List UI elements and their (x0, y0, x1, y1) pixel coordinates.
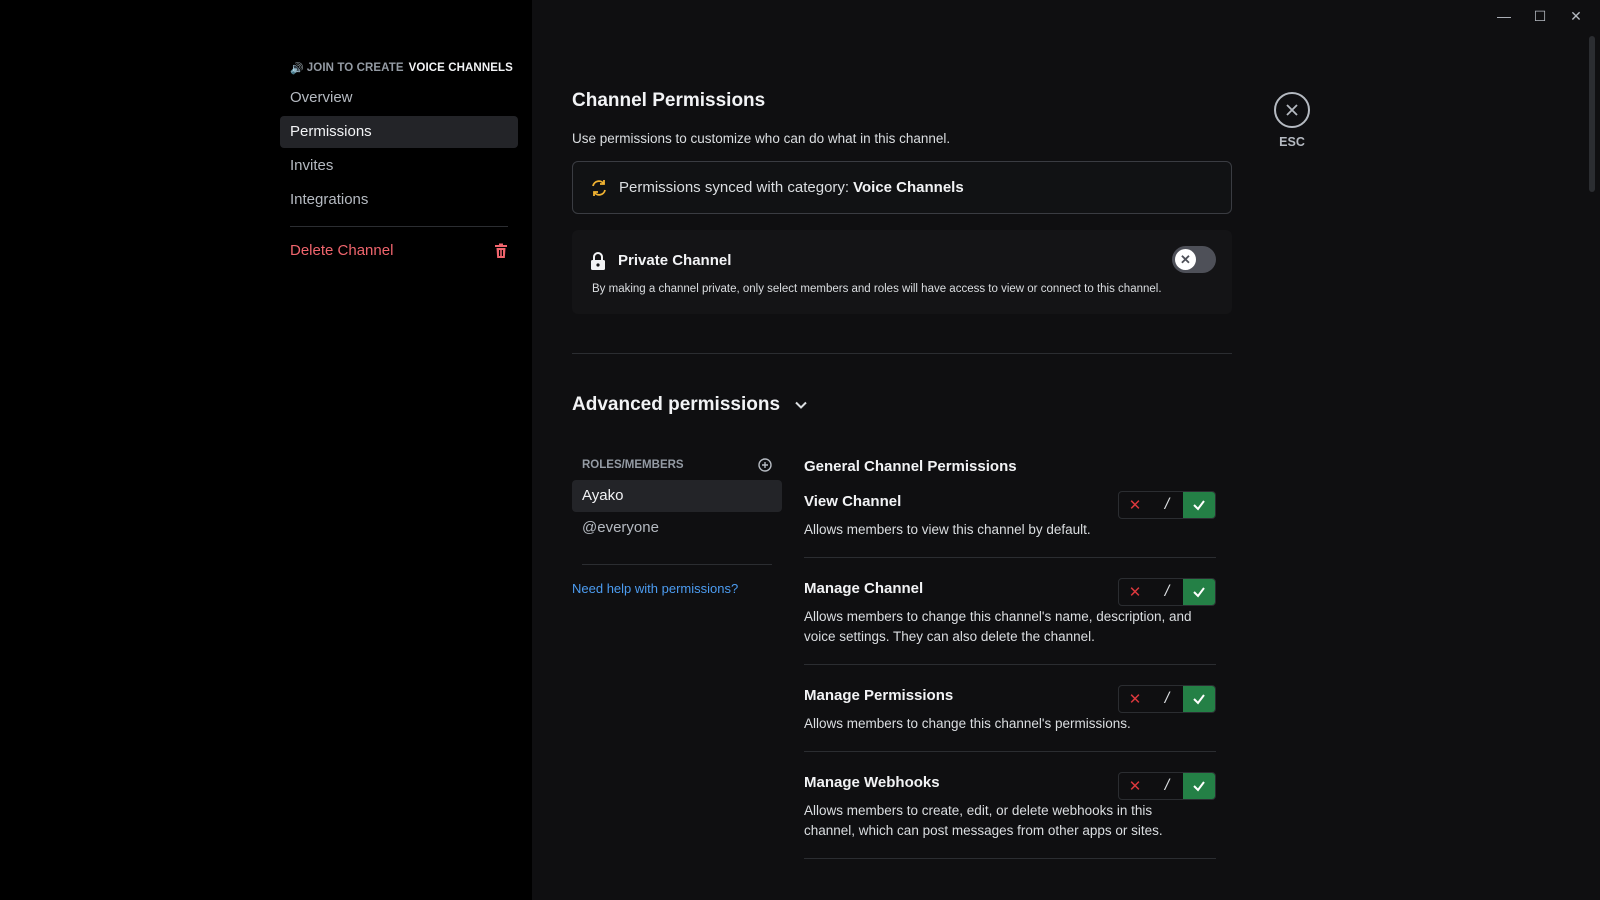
allow-check-icon[interactable] (1183, 773, 1215, 799)
close-settings-button[interactable] (1274, 92, 1310, 128)
permission-description: Allows members to view this channel by d… (804, 522, 1091, 537)
private-channel-description: By making a channel private, only select… (592, 283, 1162, 295)
permission-tristate: ✕ / (1118, 491, 1216, 519)
speaker-icon: 🔊 (290, 62, 304, 75)
allow-check-icon[interactable] (1183, 686, 1215, 712)
permission-row: Manage Channel Allows members to change … (804, 578, 1216, 665)
neutral-button[interactable]: / (1151, 773, 1183, 799)
permissions-section-title: General Channel Permissions (804, 458, 1017, 475)
private-channel-toggle[interactable]: ✕ (1172, 246, 1216, 273)
permission-row: Manage Permissions Allows members to cha… (804, 685, 1216, 752)
sidebar-item-invites[interactable]: Invites (280, 150, 518, 182)
close-window-icon[interactable]: ✕ (1566, 6, 1586, 26)
roles-header-label: ROLES/MEMBERS (582, 459, 684, 471)
settings-sidebar: 🔊 JOIN TO CREATE VOICE CHANNELS Overview… (0, 0, 532, 900)
neutral-button[interactable]: / (1151, 492, 1183, 518)
page-description: Use permissions to customize who can do … (572, 131, 951, 146)
page-title: Channel Permissions (572, 90, 766, 111)
permission-tristate: ✕ / (1118, 772, 1216, 800)
permission-row: View Channel Allows members to view this… (804, 491, 1216, 558)
sidebar-item-integrations[interactable]: Integrations (280, 184, 518, 216)
allow-check-icon[interactable] (1183, 579, 1215, 605)
lock-icon (591, 252, 605, 270)
sidebar-nav: 🔊 JOIN TO CREATE VOICE CHANNELS Overview… (280, 60, 518, 269)
deny-icon[interactable]: ✕ (1119, 579, 1151, 605)
roles-header: ROLES/MEMBERS (572, 456, 782, 474)
section-divider (572, 353, 1232, 354)
delete-channel-button[interactable]: Delete Channel (280, 235, 518, 267)
sidebar-header: 🔊 JOIN TO CREATE VOICE CHANNELS (280, 60, 518, 76)
trash-icon (495, 243, 507, 258)
role-item-ayako[interactable]: Ayako (572, 480, 782, 512)
neutral-button[interactable]: / (1151, 686, 1183, 712)
sync-status-box: Permissions synced with category: Voice … (572, 161, 1232, 214)
chevron-down-icon (795, 401, 807, 409)
permission-description: Allows members to create, edit, or delet… (804, 803, 1163, 838)
deny-icon[interactable]: ✕ (1119, 492, 1151, 518)
window-controls: — ☐ ✕ (1494, 6, 1586, 26)
private-channel-title: Private Channel (618, 252, 732, 269)
sync-text: Permissions synced with category: (619, 179, 850, 196)
esc-label: ESC (1279, 135, 1305, 149)
advanced-permissions-header[interactable]: Advanced permissions (572, 394, 1232, 416)
permissions-panel: General Channel Permissions View Channel… (804, 458, 1216, 879)
roles-divider (582, 564, 772, 565)
close-icon (1286, 104, 1298, 116)
sidebar-header-category: VOICE CHANNELS (408, 62, 513, 74)
delete-channel-label: Delete Channel (290, 242, 394, 259)
sidebar-item-permissions[interactable]: Permissions (280, 116, 518, 148)
maximize-icon[interactable]: ☐ (1530, 6, 1550, 26)
private-channel-card: Private Channel By making a channel priv… (572, 230, 1232, 314)
sidebar-item-overview[interactable]: Overview (280, 82, 518, 114)
permission-tristate: ✕ / (1118, 685, 1216, 713)
sync-category: Voice Channels (853, 179, 964, 196)
advanced-permissions-title: Advanced permissions (572, 394, 781, 415)
sidebar-divider (290, 226, 508, 227)
permissions-help-link[interactable]: Need help with permissions? (572, 581, 782, 596)
permission-description: Allows members to change this channel's … (804, 609, 1192, 644)
toggle-off-icon: ✕ (1175, 249, 1196, 270)
neutral-button[interactable]: / (1151, 579, 1183, 605)
permission-row: Manage Webhooks Allows members to create… (804, 772, 1216, 859)
add-role-icon[interactable] (758, 458, 772, 472)
roles-members-panel: ROLES/MEMBERS Ayako @everyone Need help … (572, 456, 782, 596)
role-item-everyone[interactable]: @everyone (572, 512, 782, 544)
minimize-icon[interactable]: — (1494, 6, 1514, 26)
deny-icon[interactable]: ✕ (1119, 773, 1151, 799)
permission-description: Allows members to change this channel's … (804, 716, 1131, 731)
deny-icon[interactable]: ✕ (1119, 686, 1151, 712)
scrollbar-thumb[interactable] (1589, 36, 1595, 192)
close-settings: ESC (1272, 92, 1312, 149)
permission-tristate: ✕ / (1118, 578, 1216, 606)
main-content: Channel Permissions Use permissions to c… (572, 90, 1232, 416)
sync-icon (592, 179, 606, 196)
allow-check-icon[interactable] (1183, 492, 1215, 518)
sidebar-header-prefix: JOIN TO CREATE (306, 62, 404, 74)
